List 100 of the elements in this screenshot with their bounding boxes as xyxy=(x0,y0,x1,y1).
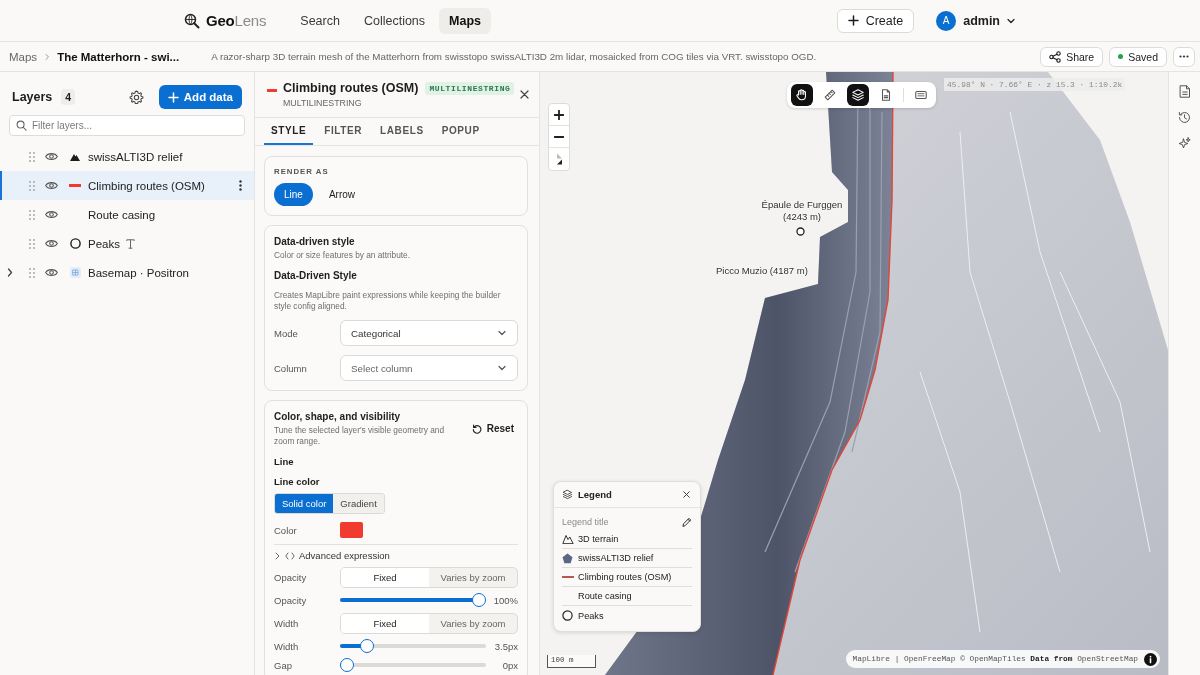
eye-icon[interactable] xyxy=(45,181,58,190)
drag-handle-icon[interactable] xyxy=(29,267,35,278)
slider-track[interactable] xyxy=(340,639,486,653)
tab[interactable]: POPUP xyxy=(434,118,487,145)
map-title: The Matterhorn - swi... xyxy=(57,50,180,63)
color-mode-option[interactable]: Solid color xyxy=(275,494,334,513)
circle-icon xyxy=(562,610,573,621)
more-icon xyxy=(1179,55,1189,58)
slider-thumb[interactable] xyxy=(340,658,354,672)
document-icon[interactable] xyxy=(1178,85,1191,98)
drag-handle-icon[interactable] xyxy=(29,180,35,191)
mode-option[interactable]: Varies by zoom xyxy=(429,614,517,633)
close-icon[interactable] xyxy=(683,491,690,498)
layer-name: Peaks xyxy=(88,237,120,250)
create-button[interactable]: Create xyxy=(836,8,915,33)
filter-field[interactable]: Filter layers... xyxy=(9,115,245,136)
share-icon xyxy=(1049,50,1062,63)
mountain-icon xyxy=(70,152,80,161)
eye-icon[interactable] xyxy=(45,210,58,219)
legend-item: swissALTI3D relief xyxy=(578,553,654,563)
layers-icon xyxy=(562,489,573,500)
layer-name: Climbing routes (OSM) xyxy=(88,179,205,192)
breadcrumb-link[interactable]: Maps xyxy=(9,50,38,63)
line-swatch-icon xyxy=(69,184,81,187)
layers-tool-button[interactable] xyxy=(847,84,869,106)
slider-value: 3.5px xyxy=(493,640,518,652)
reset-icon xyxy=(471,423,482,434)
zoom-in-icon[interactable] xyxy=(554,109,564,120)
section-heading: Line color xyxy=(274,476,321,487)
field-label: Color xyxy=(274,524,298,536)
add-data-button[interactable]: Add data xyxy=(158,85,242,109)
layer-row[interactable]: Basemap · Positron xyxy=(0,258,254,287)
search-icon xyxy=(16,120,27,131)
drag-handle-icon[interactable] xyxy=(29,209,35,220)
chevron-right-icon xyxy=(43,52,52,61)
card-title: Data-driven style xyxy=(274,236,356,247)
field-label: Gap xyxy=(274,659,293,671)
tab[interactable]: FILTER xyxy=(317,118,370,145)
eye-icon[interactable] xyxy=(45,239,58,248)
nav-link[interactable]: Search xyxy=(290,7,350,34)
history-icon[interactable] xyxy=(1178,111,1191,124)
slider-track[interactable] xyxy=(340,658,486,672)
pencil-icon[interactable] xyxy=(682,517,692,527)
ruler-icon xyxy=(823,88,837,102)
tab[interactable]: STYLE xyxy=(264,118,314,145)
field-label: Mode xyxy=(274,327,299,339)
pentagon-icon xyxy=(562,552,573,564)
layer-row[interactable]: swissALTI3D relief xyxy=(0,142,254,171)
info-icon[interactable] xyxy=(1144,652,1157,666)
tab[interactable]: LABELS xyxy=(373,118,431,145)
compass-icon[interactable] xyxy=(555,153,563,165)
layer-row[interactable]: Route casing xyxy=(0,200,254,229)
layer-row[interactable]: Climbing routes (OSM) xyxy=(0,171,254,200)
layer-name: Basemap · Positron xyxy=(88,266,189,279)
share-button[interactable]: Share xyxy=(1040,46,1104,67)
color-swatch[interactable] xyxy=(340,522,363,538)
color-mode-option[interactable]: Gradient xyxy=(333,494,384,513)
legend-item: Route casing xyxy=(578,591,632,601)
peak-label: Picco Muzio (4187 m) xyxy=(716,265,808,277)
line-swatch-icon xyxy=(561,576,574,578)
eye-icon[interactable] xyxy=(45,268,58,277)
render-option[interactable]: Arrow xyxy=(318,183,366,206)
layer-row[interactable]: Peaks xyxy=(0,229,254,258)
nav-link[interactable]: Maps xyxy=(439,7,491,34)
expand-chevron-icon[interactable] xyxy=(6,268,14,277)
map-description: A razor-sharp 3D terrain mesh of the Matterhorn from swisstopo swissALTI3D 2m lidar, mosaicked from COG tiles via VRT. swisstopo OGD. xyxy=(211,51,817,62)
close-icon[interactable] xyxy=(520,90,530,99)
slider-value: 100% xyxy=(492,594,518,606)
slider-thumb[interactable] xyxy=(472,593,486,607)
select-field[interactable]: Select column xyxy=(340,355,518,381)
render-option[interactable]: Line xyxy=(274,183,313,206)
legend-item: Peaks xyxy=(578,610,604,621)
mode-option[interactable]: Varies by zoom xyxy=(429,568,517,587)
legend-title-field[interactable]: Legend title xyxy=(562,517,682,527)
slider-thumb[interactable] xyxy=(359,639,374,653)
reset-button[interactable]: Reset xyxy=(471,423,514,434)
field-label: Opacity xyxy=(274,594,308,606)
kebab-menu-icon[interactable] xyxy=(239,180,242,191)
nav-link[interactable]: Collections xyxy=(353,7,436,34)
eye-icon[interactable] xyxy=(45,152,58,161)
slider-track[interactable] xyxy=(340,593,486,607)
legend-title: Legend xyxy=(578,489,612,500)
field-label: Column xyxy=(274,362,308,374)
zoom-out-icon[interactable] xyxy=(554,135,564,138)
mode-option[interactable]: Fixed xyxy=(341,568,429,587)
keyboard-icon xyxy=(914,88,928,102)
drag-handle-icon[interactable] xyxy=(29,151,35,162)
card-subtitle: Data-Driven Style xyxy=(274,270,358,281)
advanced-toggle[interactable]: Advanced expression xyxy=(274,550,518,561)
mode-option[interactable]: Fixed xyxy=(341,614,429,633)
legend-item: Climbing routes (OSM) xyxy=(578,572,672,582)
select-field[interactable]: Categorical xyxy=(340,320,518,346)
peak-marker-icon[interactable] xyxy=(796,227,805,236)
user-name[interactable]: admin xyxy=(963,13,1000,28)
user-avatar[interactable]: A xyxy=(936,10,957,31)
drag-handle-icon[interactable] xyxy=(29,238,35,249)
hand-tool-button[interactable] xyxy=(791,84,813,106)
settings-icon[interactable] xyxy=(128,89,144,105)
saved-button[interactable]: Saved xyxy=(1109,46,1167,67)
sparkle-icon[interactable] xyxy=(1178,137,1191,150)
